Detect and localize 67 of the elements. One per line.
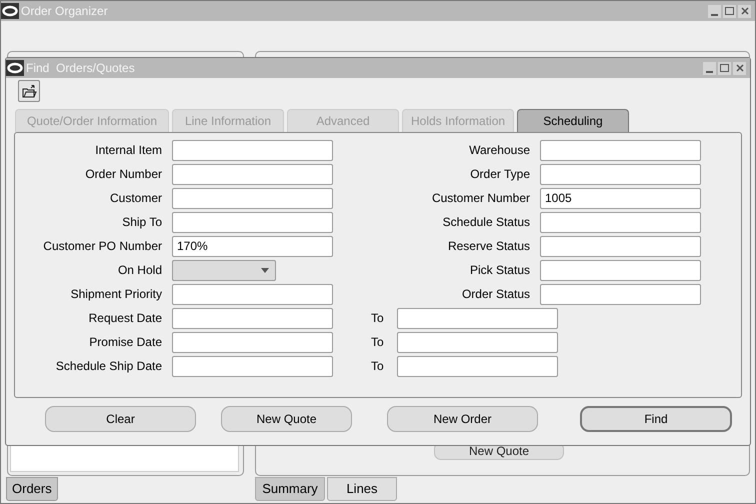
field-label: Schedule Ship Date <box>54 358 163 375</box>
input-field[interactable]: 170% <box>172 236 333 256</box>
field-label: Request Date <box>88 310 163 327</box>
dialog-button[interactable]: New Quote <box>221 406 352 432</box>
minimize-icon <box>711 14 718 16</box>
field-label: Ship To <box>121 214 163 231</box>
maximize-icon <box>720 64 729 72</box>
field-label: Promise Date <box>88 334 163 351</box>
field-label: On Hold <box>116 262 163 279</box>
input-field[interactable] <box>540 260 701 280</box>
input-field[interactable] <box>397 356 558 376</box>
close-button[interactable] <box>738 4 751 18</box>
caret-icon <box>261 268 269 272</box>
dialog-button[interactable]: Clear <box>45 406 196 432</box>
input-field[interactable] <box>172 332 333 352</box>
field-label: Pick Status <box>468 262 531 279</box>
close-icon <box>736 64 744 72</box>
input-field[interactable] <box>540 140 701 160</box>
field-label: Order Number <box>84 166 163 183</box>
maximize-icon <box>725 7 734 15</box>
field-label: To <box>371 334 385 351</box>
input-field[interactable] <box>397 308 558 328</box>
input-field[interactable] <box>172 284 333 304</box>
panel-tab[interactable]: Orders <box>6 477 58 501</box>
app-logo-icon <box>6 60 24 76</box>
field-label: Shipment Priority <box>70 286 163 303</box>
field-label: Reserve Status <box>446 238 531 255</box>
field-label: Customer Number <box>430 190 531 207</box>
tab[interactable]: Scheduling <box>517 109 629 132</box>
input-field[interactable]: 1005 <box>540 188 701 208</box>
input-field[interactable] <box>172 188 333 208</box>
window-title: Order Organizer <box>21 3 109 20</box>
input-field[interactable] <box>172 212 333 232</box>
input-field[interactable] <box>540 284 701 304</box>
field-label: Internal Item <box>94 142 163 159</box>
input-field[interactable] <box>172 164 333 184</box>
input-field[interactable] <box>540 236 701 256</box>
minimize-button[interactable] <box>708 4 721 18</box>
dialog-button[interactable]: Find <box>580 406 732 432</box>
panel-tab[interactable]: Lines <box>327 477 397 501</box>
maximize-button[interactable] <box>718 62 731 74</box>
input-field[interactable] <box>172 308 333 328</box>
input-field[interactable] <box>172 356 333 376</box>
input-field[interactable] <box>172 140 333 160</box>
minimize-button[interactable] <box>703 62 716 74</box>
maximize-button[interactable] <box>723 4 736 18</box>
dropdown[interactable] <box>172 260 276 280</box>
field-label: Customer PO Number <box>42 238 163 255</box>
field-label: Warehouse <box>468 142 531 159</box>
close-icon <box>740 7 748 15</box>
open-folder-button[interactable] <box>18 80 40 102</box>
input-field[interactable] <box>397 332 558 352</box>
field-label: Customer <box>108 190 163 207</box>
field-label: Order Type <box>469 166 531 183</box>
input-field[interactable] <box>540 164 701 184</box>
field-label: Order Status <box>460 286 531 303</box>
panel-tab[interactable]: Summary <box>255 477 325 501</box>
dialog-button[interactable]: New Order <box>387 406 538 432</box>
folder-icon <box>22 84 36 98</box>
dialog-title: Find Orders/Quotes <box>26 60 136 77</box>
close-button[interactable] <box>733 62 746 74</box>
input-field[interactable] <box>540 212 701 232</box>
app-logo-icon <box>1 3 19 19</box>
field-label: To <box>371 310 385 327</box>
minimize-icon <box>706 70 713 72</box>
field-label: Schedule Status <box>442 214 531 231</box>
field-label: To <box>371 358 385 375</box>
